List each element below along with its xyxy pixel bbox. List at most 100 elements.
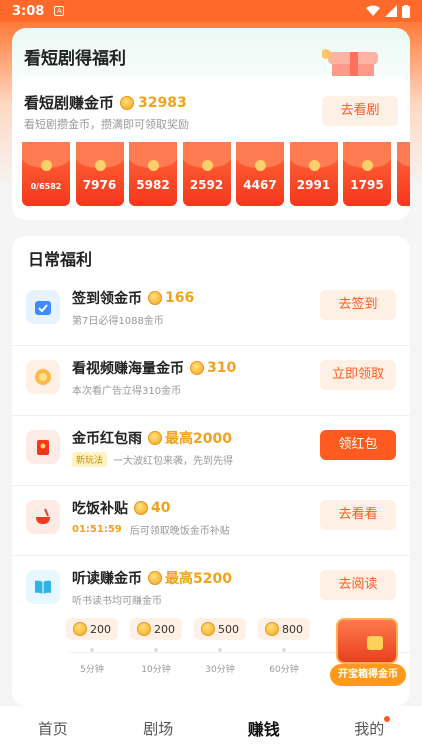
drama-earn-amount: 32983	[138, 94, 187, 111]
progress-time-label: 30分钟	[205, 665, 235, 675]
envelope-value: 1795	[350, 178, 384, 192]
progress-reward-value: 200	[90, 622, 111, 636]
task-reward: 166	[148, 290, 194, 306]
tab-theater[interactable]: 剧场	[106, 718, 212, 739]
notification-icon: A	[54, 6, 65, 16]
task-title: 吃饭补贴	[72, 501, 128, 517]
envelope-value: 7976	[82, 178, 117, 192]
red-envelope[interactable]: 2592	[182, 142, 231, 206]
drama-earn-subtitle: 看短剧攒金币，攒满即可领取奖励	[24, 118, 189, 131]
progress-reward-value: 800	[282, 622, 303, 636]
envelope-value: 5982	[136, 178, 170, 192]
signal-icon	[385, 5, 397, 17]
task-listen-read: 听读赚金币 最高5200 听书读书均可赚金币 去阅读	[12, 556, 410, 626]
task-name: 看视频赚海量金币 310	[72, 358, 236, 378]
daily-welfare-title: 日常福利	[28, 250, 93, 269]
tab-home[interactable]: 首页	[0, 718, 106, 739]
task-reward-value: 166	[165, 290, 195, 306]
new-gameplay-tag: 新玩法	[72, 452, 108, 467]
red-packet-icon	[26, 430, 60, 464]
task-desc: 新玩法 一大波红包来袭，先到先得	[72, 452, 233, 467]
task-reward-value: 最高5200	[165, 571, 232, 587]
envelope-value: 2991	[296, 178, 331, 192]
red-envelope[interactable]	[396, 142, 410, 206]
task-title: 看视频赚海量金币	[72, 361, 184, 377]
status-icons	[366, 4, 410, 18]
drama-earn-panel: 看短剧赚金币 32983 看短剧攒金币，攒满即可领取奖励 去看剧 0/6582 7…	[12, 76, 410, 220]
coin-icon	[201, 622, 215, 636]
progress-tick	[90, 648, 94, 652]
coin-seal-icon	[201, 160, 213, 171]
task-title: 签到领金币	[72, 291, 142, 307]
bottom-tab-bar: 首页 剧场 赚钱 我的	[0, 706, 422, 750]
red-envelope[interactable]: 4467	[236, 142, 284, 206]
tab-mine[interactable]: 我的	[317, 715, 422, 739]
status-time: 3:08	[12, 3, 45, 19]
red-envelope[interactable]: 1795	[343, 142, 391, 206]
progress-time-label: 10分钟	[141, 665, 171, 675]
coin-icon	[73, 622, 87, 636]
task-reward: 40	[134, 500, 170, 516]
notification-dot	[384, 715, 390, 722]
drama-earn-title: 看短剧赚金币	[24, 94, 115, 112]
task-title: 金币红包雨	[72, 431, 142, 447]
task-reward-value: 40	[151, 500, 171, 516]
task-name: 金币红包雨 最高2000	[72, 428, 232, 448]
claim-now-button[interactable]: 立即领取	[320, 360, 396, 390]
coin-icon	[134, 501, 148, 515]
envelope-value: 4467	[243, 178, 277, 192]
coin-icon	[120, 95, 135, 110]
tab-earn[interactable]: 赚钱	[211, 716, 317, 740]
coin-icon	[148, 571, 162, 585]
go-read-button[interactable]: 去阅读	[320, 570, 396, 600]
progress-reward-value: 500	[218, 622, 239, 636]
task-name: 听读赚金币 最高5200	[72, 568, 232, 588]
calendar-check-icon	[26, 290, 60, 324]
red-envelope-row[interactable]: 0/6582 7976 5982 2592 4467 2991 1795	[22, 142, 410, 206]
progress-reward-value: 200	[154, 622, 175, 636]
treasure-chest-label: 开宝箱得金币	[330, 664, 406, 686]
coin-seal-icon	[41, 160, 52, 171]
treasure-chest-icon	[336, 618, 398, 664]
task-desc-text: 后可领取晚饭金币补贴	[129, 526, 230, 537]
coin-icon	[148, 431, 162, 445]
treasure-chest-button[interactable]: 开宝箱得金币	[330, 618, 406, 690]
go-see-button[interactable]: 去看看	[320, 500, 396, 530]
task-title: 听读赚金币	[72, 571, 142, 587]
task-reward-value: 310	[207, 360, 237, 376]
task-sign-in: 签到领金币 166 第7日必得1088金币 去签到	[12, 276, 410, 346]
task-reward-value: 最高2000	[165, 431, 232, 447]
red-envelope[interactable]: 5982	[129, 142, 177, 206]
red-envelope[interactable]: 7976	[75, 142, 124, 206]
progress-time-label: 60分钟	[269, 665, 299, 675]
drama-earn-header: 看短剧赚金币 32983	[24, 92, 187, 113]
red-envelope[interactable]: 2991	[289, 142, 338, 206]
coin-seal-icon	[148, 160, 159, 171]
coin-icon	[148, 291, 162, 305]
task-reward: 310	[190, 360, 236, 376]
task-desc: 01:51:59 后可领取晚饭金币补贴	[72, 522, 230, 537]
get-red-packet-button[interactable]: 领红包	[320, 430, 396, 460]
book-icon	[26, 570, 60, 604]
coin-seal-icon	[255, 160, 266, 171]
progress-reward-chip: 200	[66, 618, 118, 640]
wifi-icon	[366, 5, 380, 16]
watch-drama-button[interactable]: 去看剧	[322, 96, 398, 126]
countdown-timer: 01:51:59	[72, 524, 122, 535]
sign-in-button[interactable]: 去签到	[320, 290, 396, 320]
progress-tick	[282, 648, 286, 652]
tab-mine-label: 我的	[354, 719, 385, 738]
task-red-packet-rain: 金币红包雨 最高2000 新玩法 一大波红包来袭，先到先得 领红包	[12, 416, 410, 486]
envelope-value: 2592	[189, 178, 224, 192]
status-bar: 3:08 A	[0, 0, 422, 22]
task-desc-text: 一大波红包来袭，先到先得	[113, 456, 234, 467]
red-envelope[interactable]: 0/6582	[22, 142, 70, 206]
task-desc: 第7日必得1088金币	[72, 316, 164, 327]
coin-icon	[265, 622, 279, 636]
progress-tick	[218, 648, 222, 652]
drama-card-title: 看短剧得福利	[24, 49, 126, 69]
coin-icon	[190, 361, 204, 375]
task-desc: 听书读书均可赚金币	[72, 596, 162, 607]
envelope-value: 0/6582	[30, 182, 62, 191]
task-watch-video: 看视频赚海量金币 310 本次看广告立得310金币 立即领取	[12, 346, 410, 416]
